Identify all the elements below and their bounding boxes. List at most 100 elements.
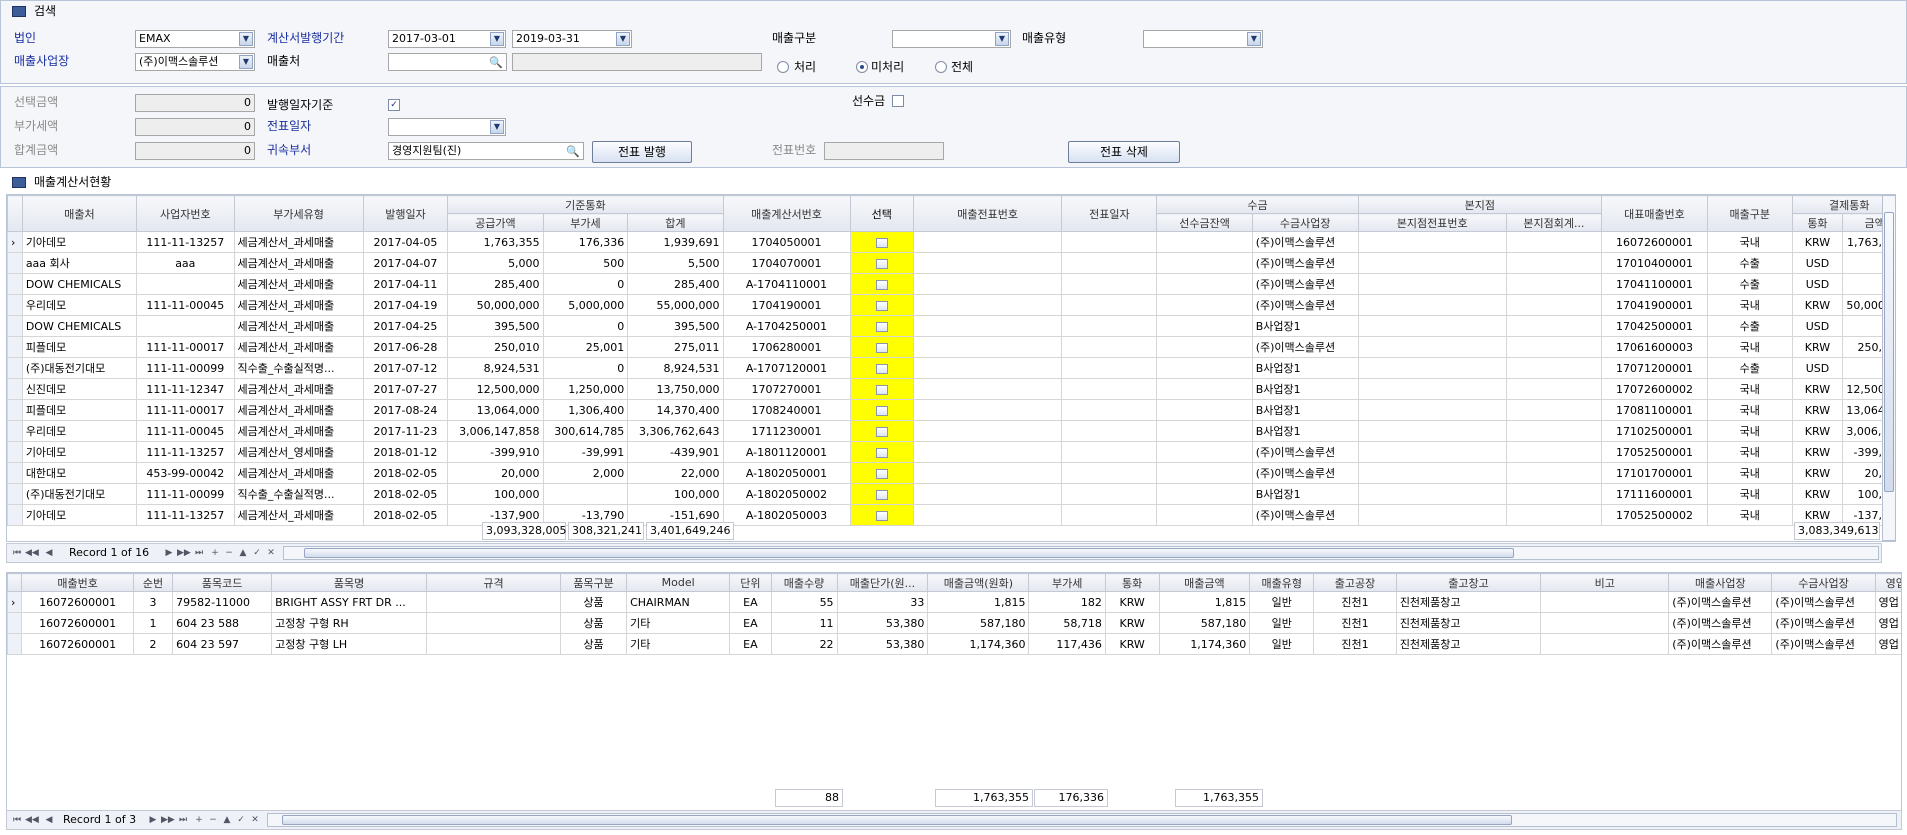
col-header[interactable]: 부가세 <box>542 213 629 232</box>
select-checkbox-cell[interactable] <box>849 378 915 400</box>
select-checkbox[interactable] <box>875 384 888 395</box>
row-indicator[interactable] <box>7 504 23 526</box>
slip-date-field[interactable]: ▼ <box>388 118 506 136</box>
select-checkbox[interactable] <box>875 468 888 479</box>
table-row[interactable]: 우리데모 111-11-00045 세금계산서_과세매출 2017-04-19 50,0… <box>7 294 1895 316</box>
row-indicator[interactable] <box>7 336 23 358</box>
table-row[interactable]: 기아데모 111-11-13257 세금계산서_과세매출 2018-02-05 -137… <box>7 504 1895 526</box>
last-page-icon[interactable]: ⏭ <box>193 546 205 560</box>
confirm-icon[interactable]: ✓ <box>251 546 263 560</box>
col-header[interactable]: 선수금잔액 <box>1156 213 1253 232</box>
table-row[interactable]: › 16072600001 3 79582-11000 BRIGHT ASSY FRT … <box>7 591 1901 613</box>
col-header[interactable]: 발행일자 <box>362 195 449 232</box>
add-icon[interactable]: + <box>209 546 221 560</box>
col-header[interactable]: 합계 <box>627 213 724 232</box>
chevron-down-icon[interactable]: ▼ <box>490 120 504 134</box>
table-row[interactable]: 피플데모 111-11-00017 세금계산서_과세매출 2017-06-28 250,… <box>7 336 1895 358</box>
select-checkbox-cell[interactable] <box>849 273 915 295</box>
col-header[interactable]: 수금사업장 <box>1251 213 1359 232</box>
col-header[interactable]: 단위 <box>729 573 772 592</box>
col-header[interactable]: 수금사업장 <box>1771 573 1876 592</box>
up-icon[interactable]: ▲ <box>221 813 233 827</box>
row-indicator[interactable] <box>7 294 23 316</box>
grid1-horizontal-scrollbar[interactable] <box>283 546 1879 560</box>
select-checkbox[interactable] <box>875 258 888 269</box>
col-header[interactable]: 매출사업장 <box>1668 573 1773 592</box>
row-indicator[interactable] <box>7 420 23 442</box>
select-checkbox-cell[interactable] <box>849 357 915 379</box>
select-checkbox[interactable] <box>875 489 888 500</box>
col-header[interactable]: 매출유형 <box>1249 573 1315 592</box>
col-header[interactable]: 본지점회계... <box>1505 213 1603 232</box>
confirm-icon[interactable]: ✓ <box>235 813 247 827</box>
table-row[interactable]: 기아데모 111-11-13257 세금계산서_영세매출 2018-01-12 -399… <box>7 441 1895 463</box>
delete-icon[interactable]: − <box>207 813 219 827</box>
table-row[interactable]: (주)대동전기대모 111-11-00099 직수출_수출실적명... 2017-07… <box>7 357 1895 379</box>
col-header[interactable]: 영업 <box>1874 573 1901 592</box>
next-page-icon[interactable]: ▶▶ <box>161 813 175 827</box>
row-indicator[interactable] <box>7 378 23 400</box>
issue-slip-button[interactable]: 전표 발행 <box>592 141 692 163</box>
delete-slip-button[interactable]: 전표 삭제 <box>1068 141 1180 163</box>
first-page-icon[interactable]: ⏮ <box>11 813 23 827</box>
scroll-thumb[interactable] <box>304 548 1514 558</box>
row-indicator[interactable] <box>7 612 23 634</box>
dept-field[interactable]: 경영지원팀(진) 🔍 <box>388 142 584 160</box>
select-checkbox-cell[interactable] <box>849 483 915 505</box>
select-checkbox[interactable] <box>875 321 888 332</box>
sales-type-select[interactable]: ▼ <box>892 30 1011 48</box>
scroll-thumb[interactable] <box>282 815 1512 825</box>
next-page-icon[interactable]: ▶▶ <box>177 546 191 560</box>
select-checkbox[interactable] <box>875 237 888 248</box>
col-header[interactable]: 매출처 <box>21 195 138 232</box>
table-row[interactable]: 16072600001 1 604 23 588 고정창 구형 RH 상품 기타 EA 11 5… <box>7 612 1901 634</box>
search-icon[interactable]: 🔍 <box>489 55 503 70</box>
select-checkbox-cell[interactable] <box>849 462 915 484</box>
site-select[interactable]: (주)이맥스솔루션 ▼ <box>135 53 255 71</box>
table-row[interactable]: DOW CHEMICALS 세금계산서_과세매출 2017-04-11 285,400… <box>7 273 1895 295</box>
col-header[interactable]: 통화 <box>1791 213 1844 232</box>
col-header[interactable]: 매출단가(원... <box>836 573 929 592</box>
radio-done[interactable] <box>777 61 789 73</box>
prev-page-icon[interactable]: ◀◀ <box>25 546 39 560</box>
row-indicator[interactable] <box>7 252 23 274</box>
select-checkbox[interactable] <box>875 405 888 416</box>
col-header[interactable]: 매출전표번호 <box>913 195 1063 232</box>
col-header[interactable]: 사업자번호 <box>136 195 235 232</box>
row-indicator[interactable] <box>7 315 23 337</box>
col-header[interactable]: 규격 <box>425 573 562 592</box>
col-header[interactable]: 품목명 <box>271 573 427 592</box>
table-row[interactable]: › 기아데모 111-11-13257 세금계산서_과세매출 2017-04-05 1,7… <box>7 231 1895 253</box>
select-checkbox-cell[interactable] <box>849 420 915 442</box>
table-row[interactable]: 피플데모 111-11-00017 세금계산서_과세매출 2017-08-24 13,0… <box>7 399 1895 421</box>
col-header[interactable]: 공급가액 <box>447 213 544 232</box>
col-header[interactable]: 순번 <box>132 573 174 592</box>
advance-checkbox[interactable] <box>892 95 904 107</box>
table-row[interactable]: (주)대동전기대모 111-11-00099 직수출_수출실적명... 2018-02… <box>7 483 1895 505</box>
select-checkbox[interactable] <box>875 300 888 311</box>
corp-select[interactable]: EMAX ▼ <box>135 30 255 48</box>
select-checkbox-cell[interactable] <box>849 336 915 358</box>
scroll-thumb[interactable] <box>1884 212 1894 492</box>
col-header[interactable]: 매출번호 <box>21 573 134 592</box>
radio-pending[interactable] <box>856 61 868 73</box>
chevron-down-icon[interactable]: ▼ <box>239 55 253 69</box>
table-row[interactable]: DOW CHEMICALS 세금계산서_과세매출 2017-04-25 395,500… <box>7 315 1895 337</box>
col-header[interactable]: 부가세유형 <box>233 195 364 232</box>
col-header[interactable]: 매출금액 <box>1158 573 1251 592</box>
col-header[interactable]: Model <box>626 573 731 592</box>
col-header[interactable]: 품목코드 <box>172 573 273 592</box>
select-checkbox[interactable] <box>875 342 888 353</box>
row-indicator[interactable] <box>7 483 23 505</box>
table-row[interactable]: 신진데모 111-11-12347 세금계산서_과세매출 2017-07-27 12,5… <box>7 378 1895 400</box>
col-header[interactable]: 전표일자 <box>1061 195 1158 232</box>
col-header[interactable]: 부가세 <box>1028 573 1106 592</box>
delete-icon[interactable]: − <box>223 546 235 560</box>
row-indicator[interactable] <box>7 399 23 421</box>
last-page-icon[interactable]: ⏭ <box>177 813 189 827</box>
customer-name-input[interactable] <box>512 53 762 71</box>
col-header[interactable]: 비고 <box>1540 573 1670 592</box>
search-icon[interactable]: 🔍 <box>566 144 580 159</box>
table-row[interactable]: 대한대모 453-99-00042 세금계산서_과세매출 2018-02-05 20,0… <box>7 462 1895 484</box>
select-checkbox-cell[interactable] <box>849 441 915 463</box>
